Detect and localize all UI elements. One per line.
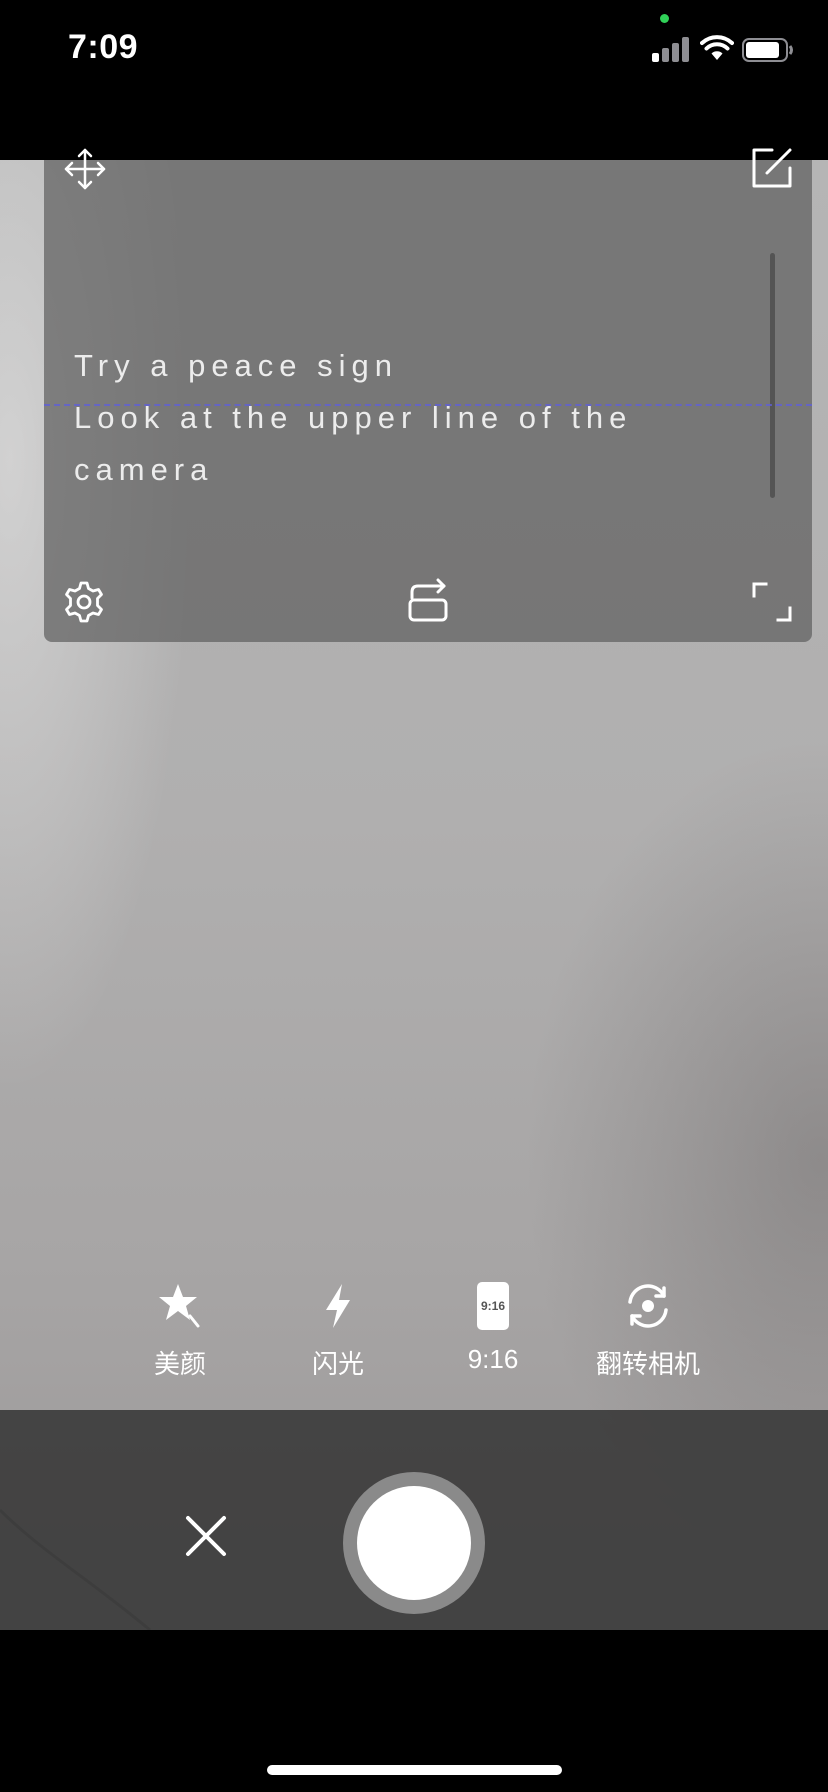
prompter-line: camera: [74, 452, 214, 487]
home-indicator[interactable]: [267, 1765, 562, 1775]
teleprompter-panel: Try a peace sign Look at the upper line …: [44, 148, 812, 642]
status-bar: 7:09: [0, 0, 828, 160]
prompter-line: Look at the upper line of the: [74, 400, 633, 435]
wifi-icon: [700, 35, 734, 60]
battery-icon: [742, 38, 793, 62]
beauty-button[interactable]: 美颜: [110, 1270, 250, 1381]
aspect-ratio-button[interactable]: 9:16 9:16: [423, 1270, 563, 1375]
aspect-ratio-icon-text: 9:16: [481, 1299, 505, 1313]
privacy-indicator: [660, 14, 669, 23]
fullscreen-icon[interactable]: [750, 580, 794, 624]
prompter-scrollbar[interactable]: [770, 253, 775, 498]
camera-tools: 美颜 闪光 9:16 9:16 翻转相机: [0, 1270, 828, 1410]
prompter-line: Try a peace sign: [74, 348, 399, 383]
capture-controls: [0, 1410, 828, 1630]
flash-icon: [326, 1284, 350, 1328]
move-icon[interactable]: [62, 146, 108, 192]
eye-line-guide: [44, 404, 812, 406]
flip-camera-label: 翻转相机: [595, 1349, 700, 1379]
flash-button[interactable]: 闪光: [268, 1270, 408, 1381]
shutter-inner: [357, 1486, 471, 1600]
aspect-ratio-icon: 9:16: [477, 1282, 509, 1330]
cellular-signal-icon: [652, 36, 692, 62]
settings-icon[interactable]: [62, 580, 106, 624]
beauty-star-icon: [159, 1284, 200, 1328]
aspect-ratio-label: 9:16: [467, 1344, 519, 1374]
edit-icon[interactable]: [750, 146, 794, 190]
shutter-button[interactable]: [343, 1472, 485, 1614]
prompter-text: Try a peace sign Look at the upper line …: [74, 340, 714, 496]
rotate-icon[interactable]: [406, 578, 450, 624]
status-time: 7:09: [68, 28, 139, 66]
flash-label: 闪光: [311, 1349, 364, 1379]
flip-camera-icon: [628, 1284, 668, 1328]
flip-camera-button[interactable]: 翻转相机: [578, 1270, 718, 1381]
beauty-label: 美颜: [153, 1349, 206, 1379]
close-icon[interactable]: [182, 1512, 230, 1560]
